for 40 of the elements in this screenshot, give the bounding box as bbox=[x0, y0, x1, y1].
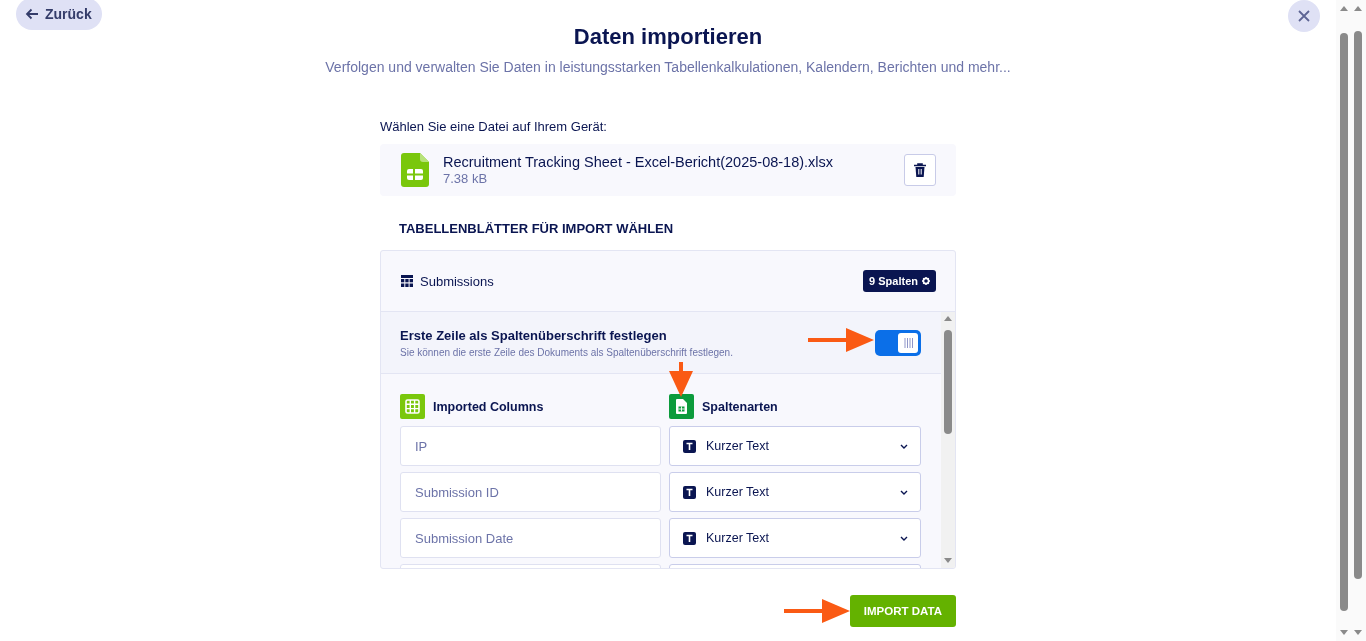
page-title: Daten importieren bbox=[572, 24, 764, 51]
input-field[interactable]: IP bbox=[400, 426, 661, 466]
spreadsheet-file-icon bbox=[669, 394, 694, 419]
arrow-left-icon bbox=[25, 8, 39, 20]
spreadsheet-file-icon bbox=[401, 153, 429, 187]
gear-icon bbox=[922, 277, 930, 285]
text-type-icon bbox=[683, 485, 696, 499]
grid-icon bbox=[400, 394, 425, 419]
file-name: Recruitment Tracking Sheet - Excel-Bericht(2025-08-18).xlsx bbox=[443, 154, 835, 170]
setting-description: Sie können die erste Zeile des Dokuments als Spaltenüberschrift festlegen. bbox=[400, 346, 733, 358]
text-type-icon bbox=[683, 531, 696, 545]
trash-icon bbox=[914, 163, 926, 177]
arrow bbox=[669, 362, 693, 397]
grip-icon bbox=[903, 336, 913, 349]
toggle-switch[interactable] bbox=[875, 329, 921, 356]
type-dropdown[interactable]: Kurzer Text bbox=[669, 426, 921, 466]
chevron-down-icon bbox=[900, 489, 908, 495]
input-field[interactable]: Submission Date bbox=[400, 518, 661, 558]
sheet-name: Submissions bbox=[420, 273, 495, 289]
text-type-icon bbox=[683, 439, 696, 453]
arrow bbox=[784, 599, 850, 623]
type-dropdown[interactable]: Kurzer Text bbox=[669, 518, 921, 558]
chevron-down-icon bbox=[900, 535, 908, 541]
file-size: 7.38 kB bbox=[443, 171, 489, 186]
columns-badge[interactable]: 9 Spalten bbox=[863, 270, 936, 292]
back-button[interactable]: Zurück bbox=[16, 0, 102, 30]
input-field[interactable]: Submission ID bbox=[400, 472, 661, 512]
page-subtitle: Verfolgen und verwalten Sie Daten in leistungsstarken Tabellenkalkulationen, Kalendern, Berichten und mehr... bbox=[324, 59, 1012, 75]
section-heading: TABELLENBLÄTTER FÜR IMPORT WÄHLEN bbox=[399, 221, 675, 237]
arrow bbox=[808, 328, 874, 352]
chevron-down-icon bbox=[900, 443, 908, 449]
file-prompt: Wählen Sie eine Datei auf Ihrem Gerät: bbox=[380, 119, 608, 134]
type-dropdown[interactable]: Kurzer Text bbox=[669, 472, 921, 512]
setting-title: Erste Zeile als Spaltenüberschrift festlegen bbox=[400, 327, 667, 343]
column-heading: Spaltenarten bbox=[702, 399, 778, 414]
column-heading: Imported Columns bbox=[433, 399, 544, 414]
table-icon bbox=[401, 275, 413, 287]
delete-button[interactable] bbox=[904, 154, 936, 186]
close-button[interactable] bbox=[1288, 0, 1320, 32]
close-icon bbox=[1298, 10, 1310, 22]
